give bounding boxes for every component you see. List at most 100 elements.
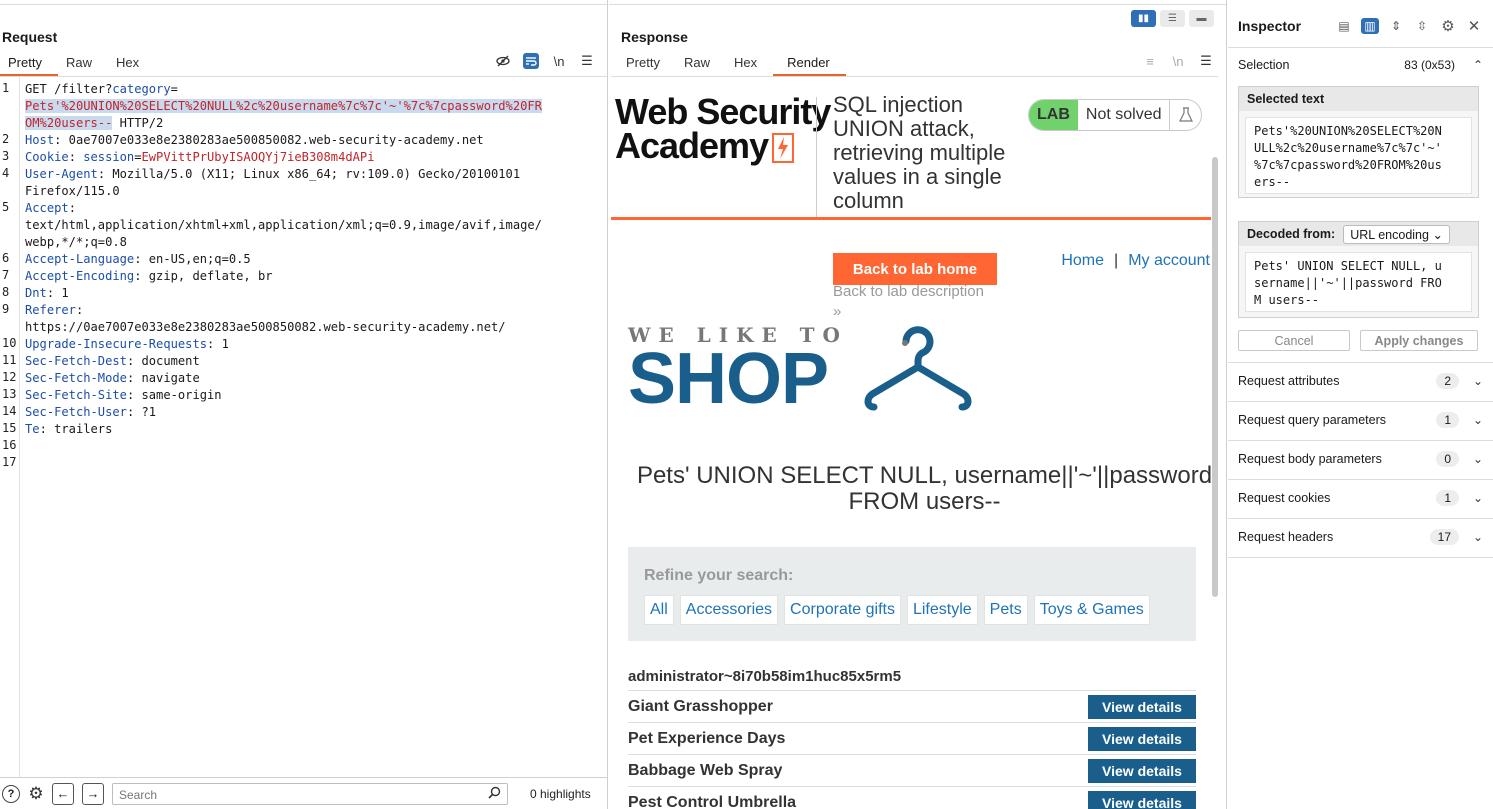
split-horizontal-icon[interactable]: ▮▮: [1131, 10, 1156, 27]
expand-all-icon[interactable]: ⇕: [1387, 18, 1405, 34]
collapse-all-icon[interactable]: ⇳: [1413, 18, 1431, 34]
line-number: 2: [2, 132, 10, 146]
nav-my-account-link[interactable]: My account: [1128, 252, 1210, 270]
code-token: Sec-Fetch-Dest: [25, 354, 127, 368]
gear-icon[interactable]: ⚙: [28, 784, 44, 803]
scrollbar[interactable]: [1212, 157, 1218, 597]
inspector-toolbar: ▤ ▥ ⇕ ⇳ ⚙ ✕: [1335, 18, 1483, 35]
code-line: Sec-Fetch-User: ?1: [25, 404, 597, 421]
search-input[interactable]: Search: [112, 782, 508, 805]
inspector-section-row[interactable]: Request body parameters 0 ⌄: [1238, 450, 1483, 468]
shop-logo: WE LIKE TO SHOP: [628, 323, 972, 415]
divider: [1228, 518, 1493, 519]
back-to-lab-description-link[interactable]: Back to lab description: [833, 283, 984, 300]
category-filter-link[interactable]: Corporate gifts: [784, 595, 901, 625]
decoded-text-value[interactable]: Pets' UNION SELECT NULL, u sername||'~'|…: [1245, 252, 1472, 312]
chevron-down-icon[interactable]: ⌄: [1473, 452, 1483, 466]
code-token: Accept: [25, 201, 69, 215]
request-code[interactable]: GET /filter?category= Pets'%20UNION%20SEL…: [25, 81, 597, 472]
code-token: Pets'%20UNION%20SELECT%20NULL%2c%20usern…: [25, 99, 542, 113]
forward-arrow-button[interactable]: →: [82, 782, 104, 805]
menu-icon[interactable]: ☰: [579, 53, 595, 69]
hide-icon[interactable]: [495, 53, 511, 69]
cancel-button[interactable]: Cancel: [1238, 330, 1350, 351]
product-name: Babbage Web Spray: [628, 761, 783, 779]
category-filter-link[interactable]: Lifestyle: [906, 595, 978, 625]
tab-hex[interactable]: Hex: [726, 55, 773, 76]
code-token: : document: [126, 354, 200, 368]
nav-home-link[interactable]: Home: [1061, 252, 1104, 270]
code-token: Firefox/115.0: [25, 184, 120, 198]
gear-icon[interactable]: ⚙: [1439, 18, 1457, 35]
menu-icon[interactable]: ☰: [1198, 53, 1214, 69]
view-details-button[interactable]: View details: [1088, 790, 1196, 809]
chevron-down-icon[interactable]: ⌄: [1473, 374, 1483, 388]
code-token: Dnt: [25, 286, 47, 300]
inspector-section-row[interactable]: Request headers 17 ⌄: [1238, 528, 1483, 546]
line-number: 9: [2, 302, 10, 316]
category-filter-link[interactable]: All: [644, 595, 674, 625]
code-token: : ?1: [126, 405, 157, 419]
chevron-down-icon[interactable]: ⌄: [1473, 413, 1483, 427]
wrap-lines-icon[interactable]: ≡: [1142, 53, 1158, 69]
logo-line2: Academy: [615, 125, 769, 166]
code-token: OM%20users--: [25, 116, 113, 130]
single-pane-icon[interactable]: ▬: [1189, 10, 1214, 27]
inspector-section-row[interactable]: Request cookies 1 ⌄: [1238, 489, 1483, 507]
help-icon[interactable]: ?: [2, 784, 20, 803]
back-arrow-button[interactable]: ←: [52, 782, 74, 805]
product-row: Giant Grasshopper View details: [628, 691, 1196, 723]
code-token: Accept-Language: [25, 252, 135, 266]
code-token: :: [68, 201, 76, 215]
chevron-up-icon[interactable]: ⌃: [1473, 58, 1483, 72]
layout-panel-icon[interactable]: ▥: [1361, 18, 1379, 34]
product-list: administrator~8i70b58im1huc85x5rm5 Giant…: [628, 663, 1196, 809]
lab-label: LAB: [1029, 100, 1078, 130]
divider: [1228, 557, 1493, 558]
split-vertical-icon[interactable]: ☰: [1160, 10, 1185, 27]
section-label: Request attributes: [1238, 374, 1340, 388]
view-details-button[interactable]: View details: [1088, 758, 1196, 783]
request-panel: Request Pretty Raw Hex \n ☰ 1 2 3 4 5 6 7 8 9 10 1…: [0, 0, 608, 809]
category-filter-link[interactable]: Pets: [983, 595, 1028, 625]
lab-title: SQL injection UNION attack, retrieving m…: [833, 92, 1006, 213]
selection-row[interactable]: Selection 83 (0x53) ⌃: [1238, 57, 1483, 73]
tab-pretty[interactable]: Pretty: [618, 55, 676, 76]
close-icon[interactable]: ✕: [1465, 18, 1483, 35]
selected-text-label: Selected text: [1239, 87, 1478, 111]
chevron-down-icon[interactable]: ⌄: [1473, 530, 1483, 544]
tab-raw[interactable]: Raw: [676, 55, 726, 76]
code-line: webp,*/*;q=0.8: [25, 234, 597, 251]
category-filter-link[interactable]: Toys & Games: [1033, 595, 1150, 625]
view-details-button[interactable]: View details: [1088, 726, 1196, 751]
category-filter-link[interactable]: Accessories: [679, 595, 779, 625]
tab-raw[interactable]: Raw: [58, 55, 108, 76]
product-rows: Giant Grasshopper View details Pet Experie…: [628, 691, 1196, 809]
code-line: Te: trailers: [25, 421, 597, 438]
refine-label: Refine your search:: [644, 567, 794, 584]
newline-icon[interactable]: \n: [1170, 53, 1186, 69]
tab-hex[interactable]: Hex: [108, 55, 155, 76]
inspector-section-row[interactable]: Request query parameters 1 ⌄: [1238, 411, 1483, 429]
inspector-section-row[interactable]: Request attributes 2 ⌄: [1238, 372, 1483, 390]
view-details-button[interactable]: View details: [1088, 694, 1196, 719]
newline-icon[interactable]: \n: [551, 53, 567, 69]
chevron-down-icon[interactable]: ⌄: [1473, 491, 1483, 505]
tab-render[interactable]: Render: [773, 55, 846, 76]
wrap-lines-icon[interactable]: [523, 53, 539, 69]
back-to-lab-home-button[interactable]: Back to lab home: [833, 253, 997, 285]
code-token: session: [83, 150, 135, 164]
header-orange-line: [611, 217, 1211, 220]
encoding-select[interactable]: URL encoding ⌄: [1343, 224, 1450, 244]
tab-pretty[interactable]: Pretty: [0, 55, 58, 76]
code-line: Accept:: [25, 200, 597, 217]
line-number: 14: [2, 404, 17, 418]
selected-text-value[interactable]: Pets'%20UNION%20SELECT%20N ULL%2c%20user…: [1245, 117, 1472, 194]
search-placeholder: Search: [119, 787, 158, 802]
code-line: Referer:: [25, 302, 597, 319]
layout-list-icon[interactable]: ▤: [1335, 18, 1353, 34]
apply-changes-button[interactable]: Apply changes: [1360, 330, 1478, 351]
request-editor[interactable]: 1 2 3 4 5 6 7 8 9 10 11 12 13 14 15 16 17 GET /filter?cat…: [0, 76, 607, 777]
line-number: 13: [2, 387, 17, 401]
